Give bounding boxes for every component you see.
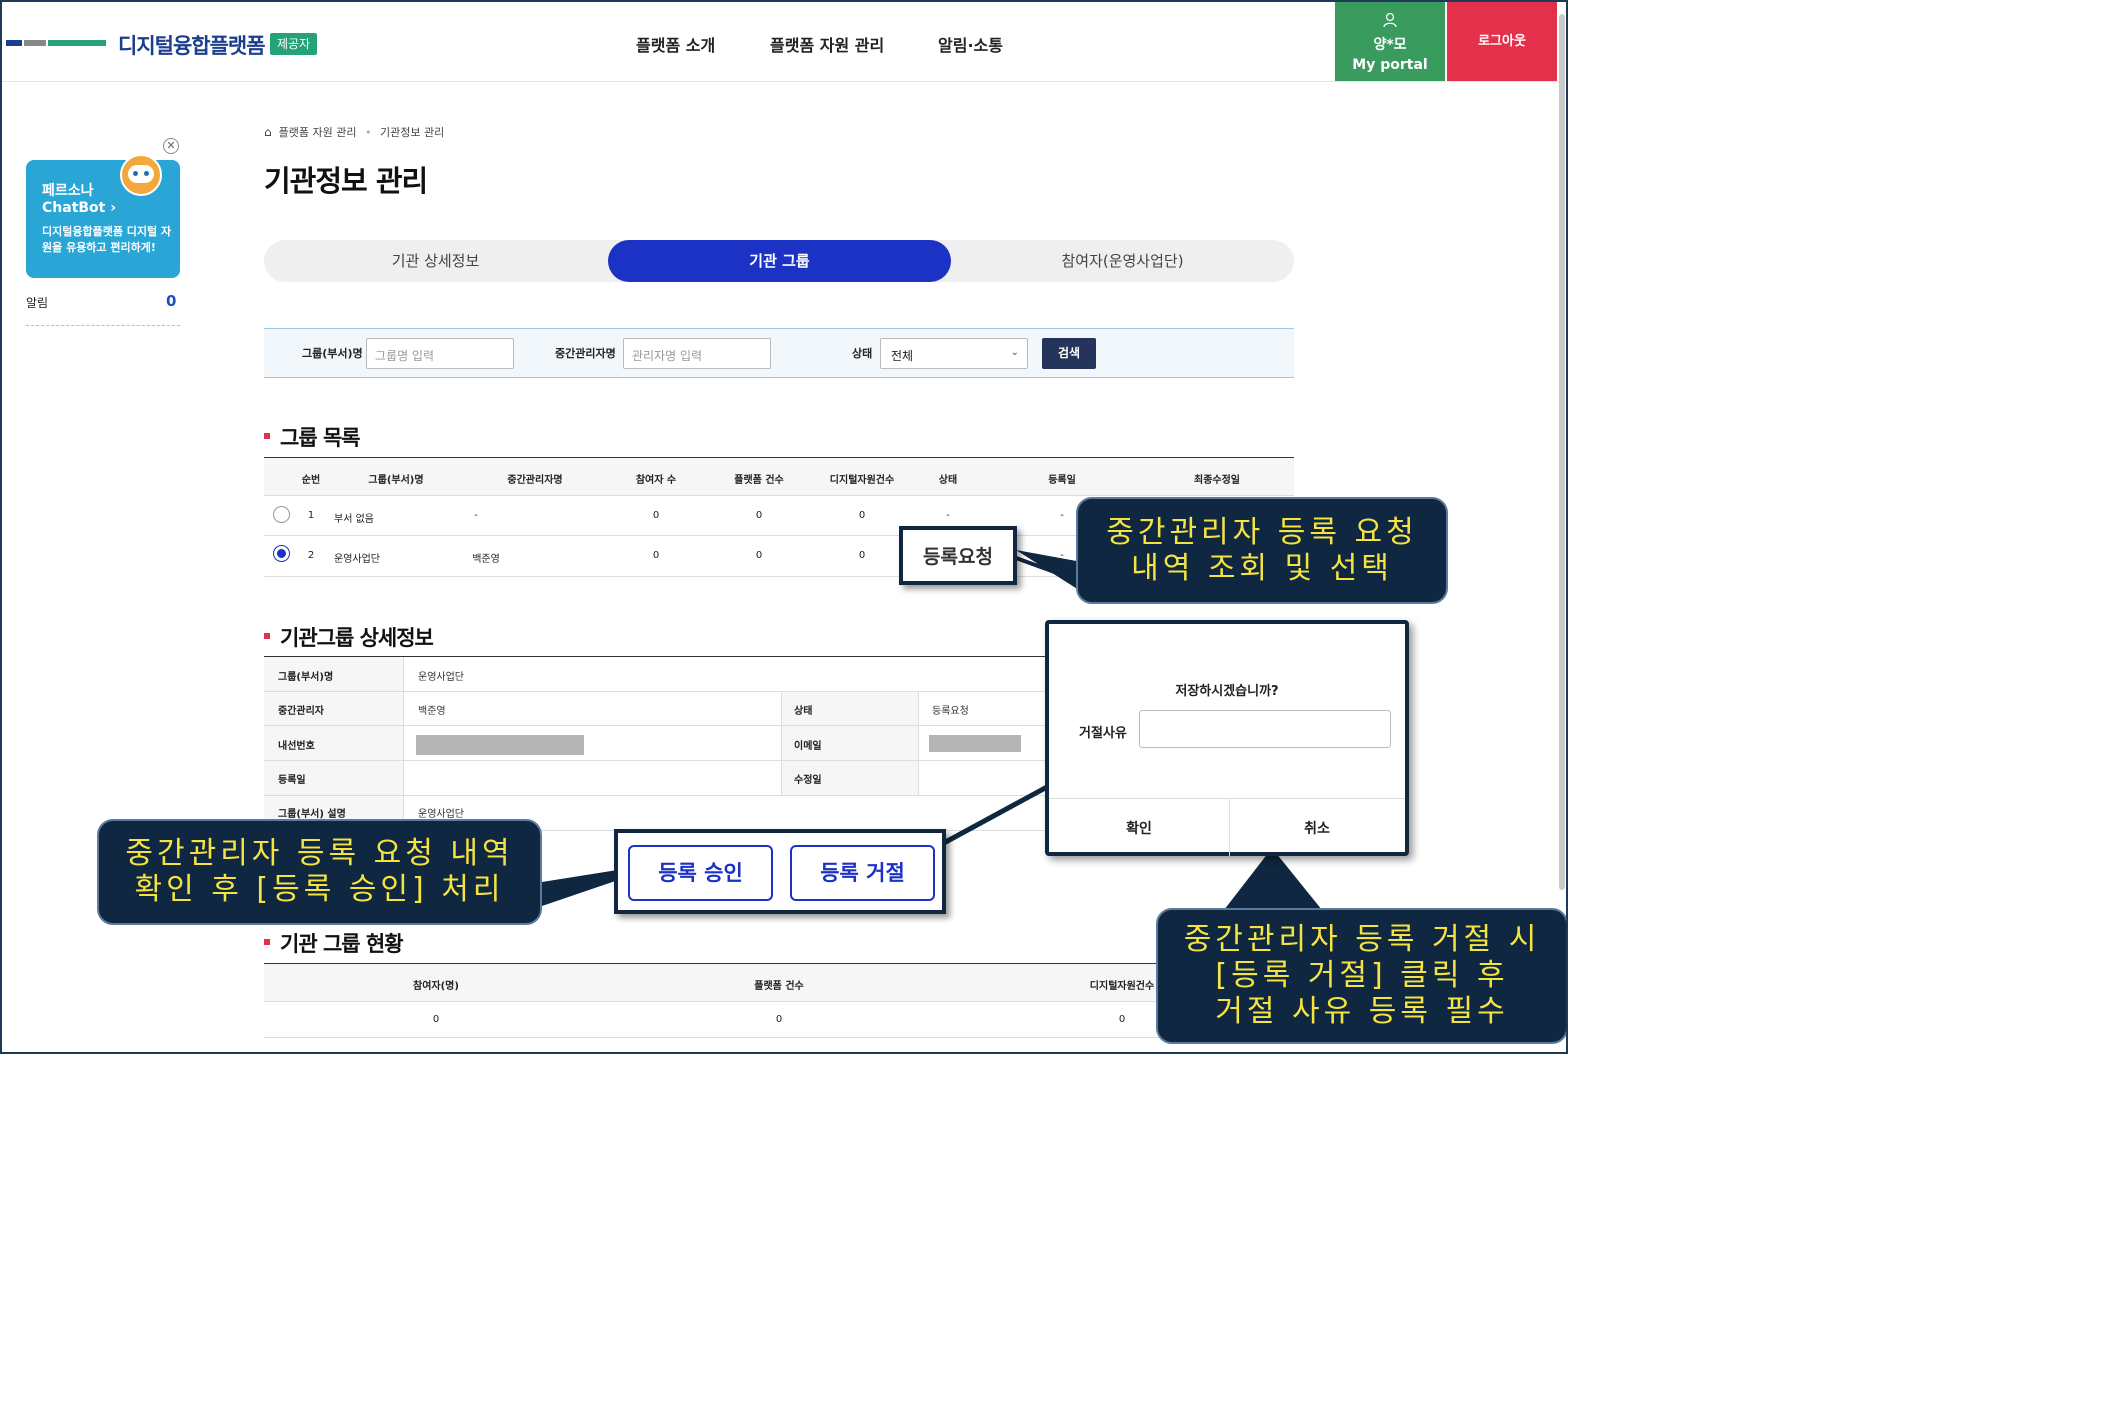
callout-reject: 중간관리자 등록 거절 시 [등록 거절] 클릭 후 거절 사유 등록 필수 [1156, 908, 1566, 1044]
dialog-confirm-button[interactable]: 확인 [1049, 818, 1229, 838]
action-buttons-highlight: 등록 승인 등록 거절 [614, 829, 946, 914]
status-zoom-text: 등록요청 [923, 546, 993, 568]
approve-button[interactable]: 등록 승인 [628, 845, 773, 901]
callout-approve: 중간관리자 등록 요청 내역 확인 후 [등록 승인] 처리 [97, 819, 542, 925]
dialog-question: 저장하시겠습니까? [1175, 684, 1279, 699]
reject-reason-input[interactable] [1139, 710, 1391, 748]
callout-text: [등록 거절] 클릭 후 [1215, 958, 1509, 993]
reject-reason-label: 거절사유 [1079, 726, 1127, 741]
reject-dialog: 저장하시겠습니까? 거절사유 확인 취소 [1045, 620, 1409, 856]
callout-text: 중간관리자 등록 요청 내역 [125, 836, 514, 871]
status-zoom-highlight: 등록요청 [899, 526, 1017, 585]
page-frame: 디지털융합플랫폼 제공자 플랫폼 소개 플랫폼 자원 관리 알림·소통 양*모 … [0, 0, 1568, 1054]
reject-button[interactable]: 등록 거절 [790, 845, 935, 901]
callout-text: 중간관리자 등록 거절 시 [1183, 922, 1541, 957]
callout-text: 거절 사유 등록 필수 [1215, 994, 1509, 1029]
callout-select-request: 중간관리자 등록 요청 내역 조회 및 선택 [1076, 497, 1448, 604]
dialog-cancel-button[interactable]: 취소 [1229, 818, 1405, 838]
callout-text: 중간관리자 등록 요청 [1106, 515, 1418, 550]
callout-text: 확인 후 [등록 승인] 처리 [134, 872, 505, 907]
callout-text: 내역 조회 및 선택 [1131, 551, 1393, 586]
